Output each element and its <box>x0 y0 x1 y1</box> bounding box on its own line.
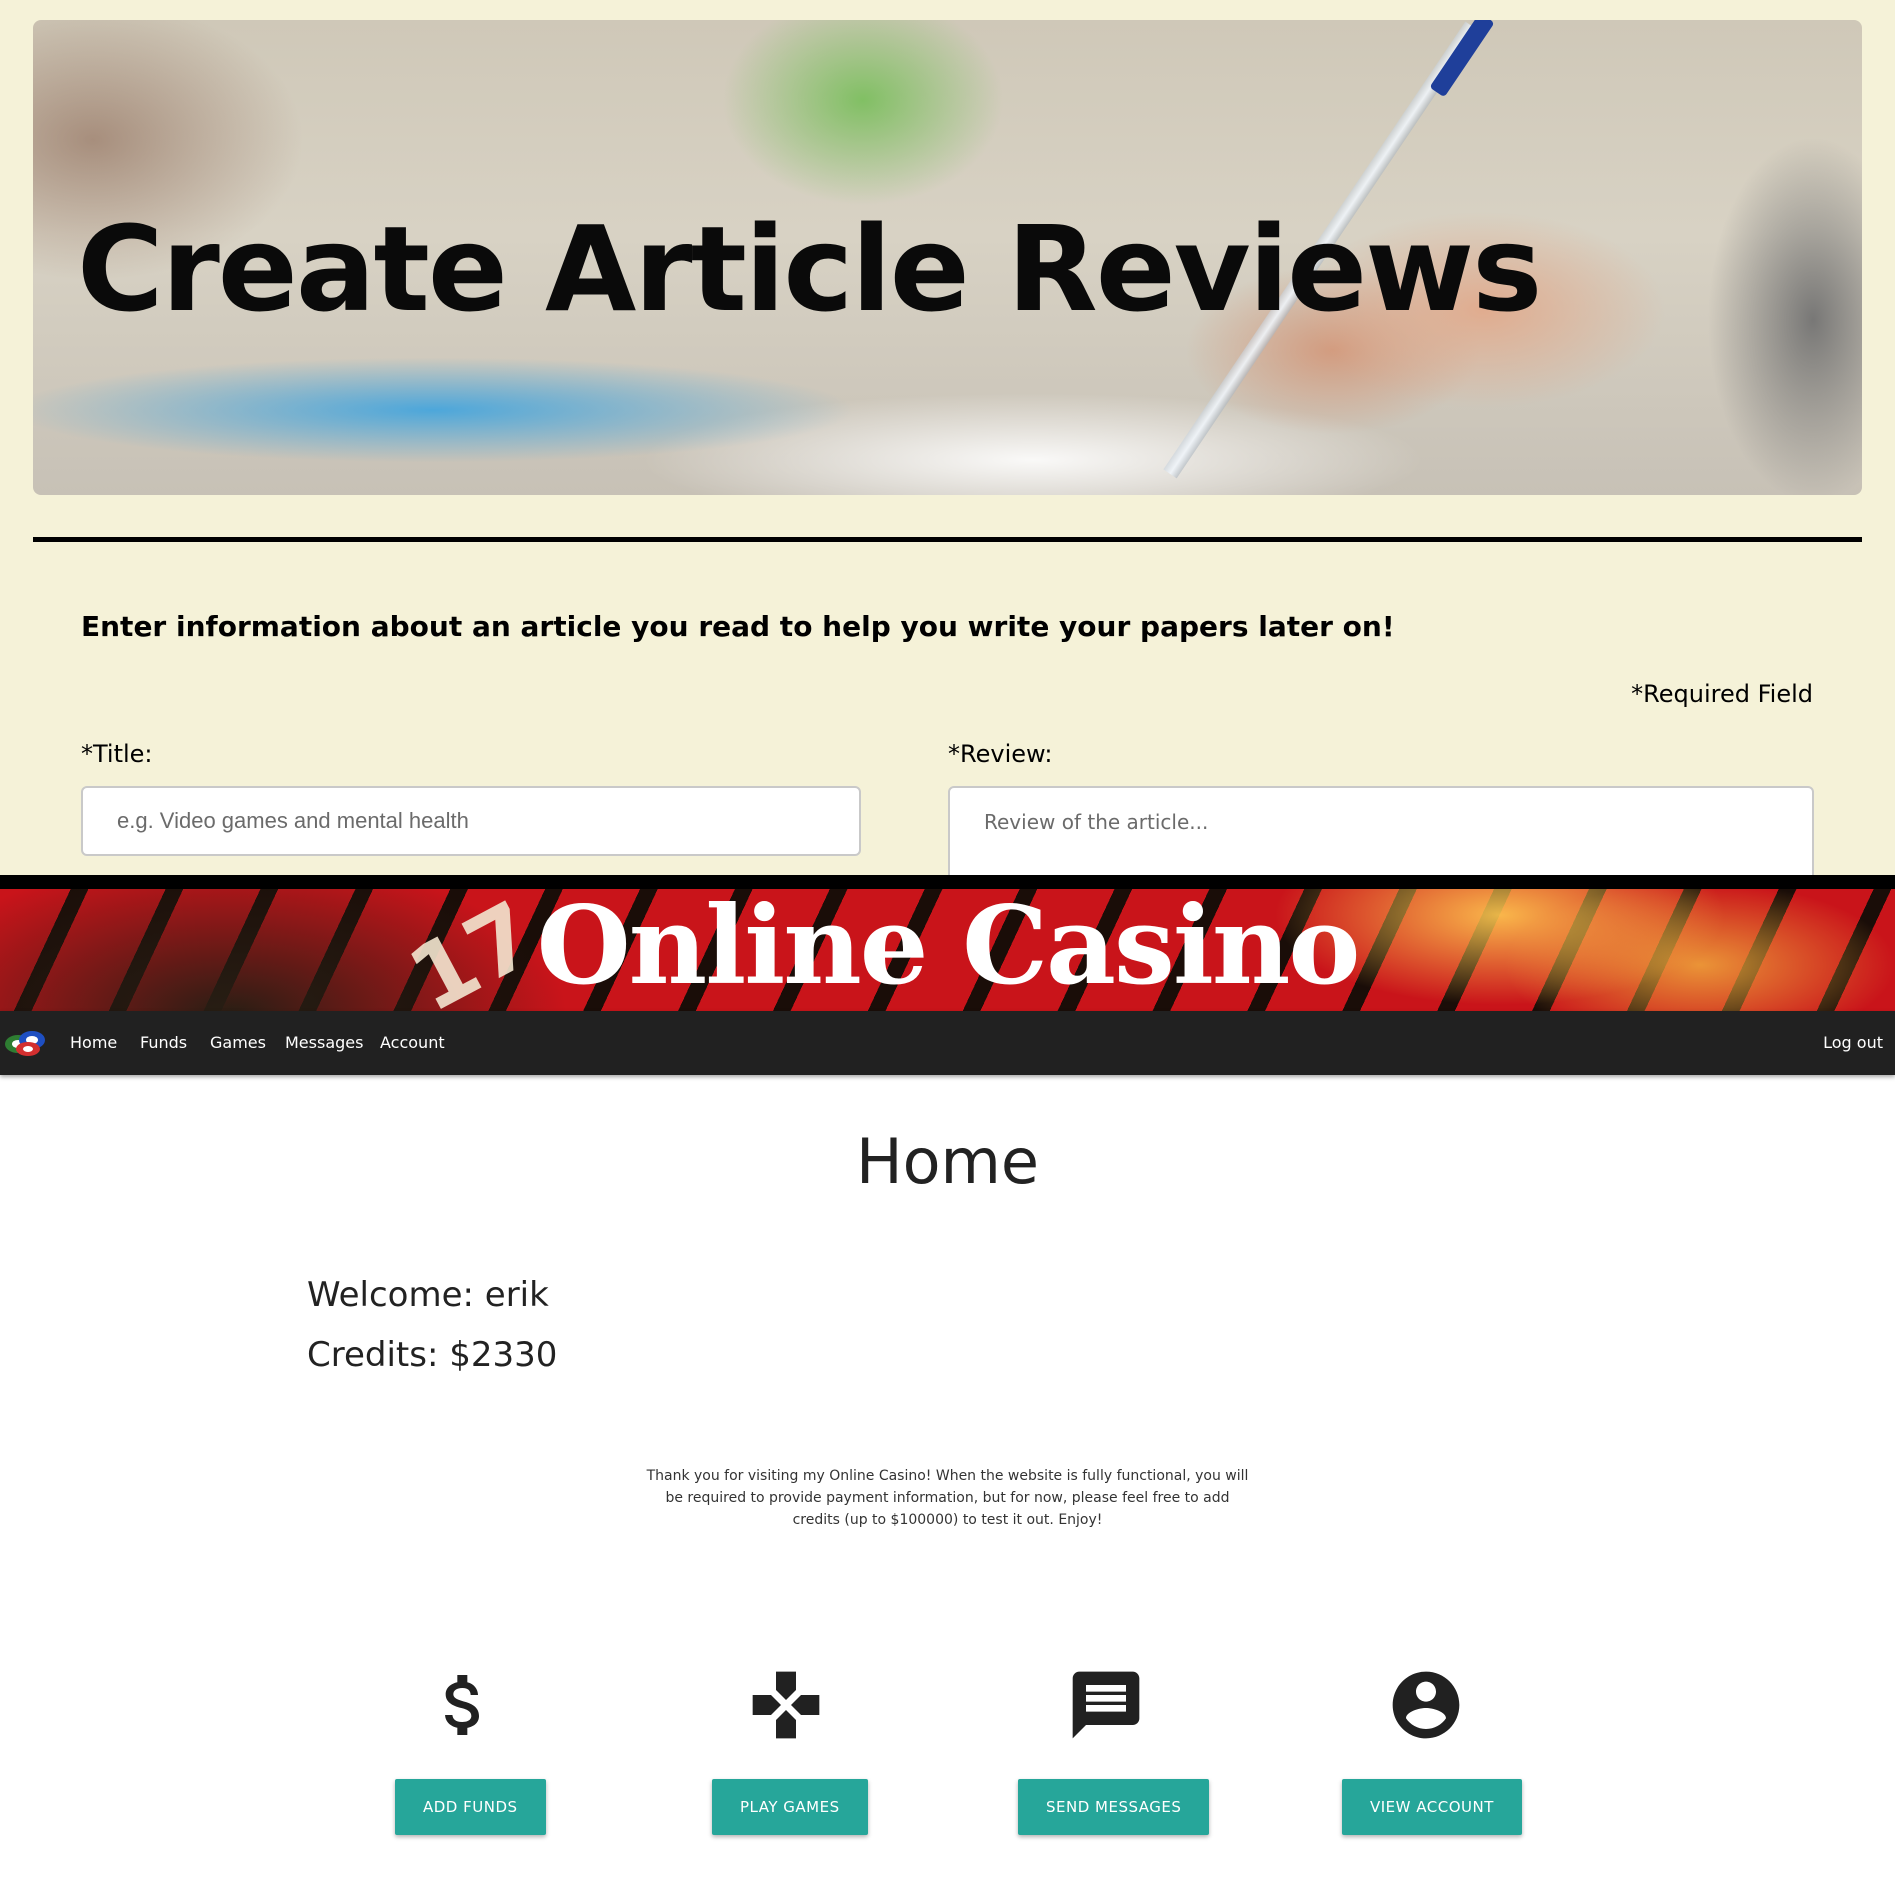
required-field-note: *Required Field <box>1631 680 1813 708</box>
nav-funds-link[interactable]: Funds <box>140 1011 187 1075</box>
welcome-text: Welcome: erik <box>307 1275 549 1315</box>
casino-banner-title: Online Casino <box>536 883 1361 1009</box>
dollar-icon <box>445 1675 479 1735</box>
title-input[interactable] <box>81 786 861 856</box>
message-icon <box>1072 1671 1140 1739</box>
thank-you-message: Thank you for visiting my Online Casino!… <box>646 1468 1249 1528</box>
casino-banner: 17 Online Casino <box>0 875 1895 1011</box>
play-games-button[interactable]: PLAY GAMES <box>712 1779 868 1835</box>
intro-text: Enter information about an article you r… <box>81 610 1395 643</box>
add-funds-button[interactable]: ADD FUNDS <box>395 1779 546 1835</box>
online-casino-page: 17 Online Casino Home Funds Games Messag… <box>0 875 1895 1895</box>
hero-banner: Create Article Reviews <box>33 20 1862 495</box>
send-messages-button[interactable]: SEND MESSAGES <box>1018 1779 1210 1835</box>
title-label: *Title: <box>81 740 153 768</box>
nav-games-link[interactable]: Games <box>210 1011 266 1075</box>
poker-chips-logo-icon[interactable] <box>4 1027 48 1057</box>
nav-home-link[interactable]: Home <box>70 1011 117 1075</box>
gamepad-icon <box>752 1671 820 1739</box>
nav-logout-link[interactable]: Log out <box>1823 1011 1883 1075</box>
page-title: Home <box>855 1125 1040 1198</box>
nav-account-link[interactable]: Account <box>380 1011 445 1075</box>
view-account-button[interactable]: VIEW ACCOUNT <box>1342 1779 1522 1835</box>
nav-messages-link[interactable]: Messages <box>285 1011 363 1075</box>
account-circle-icon <box>1392 1671 1460 1739</box>
review-label: *Review: <box>948 740 1053 768</box>
hero-title: Create Article Reviews <box>77 200 1542 338</box>
navbar: Home Funds Games Messages Account Log ou… <box>0 1011 1895 1075</box>
article-review-page: Create Article Reviews Enter information… <box>0 0 1895 875</box>
section-divider <box>33 537 1862 542</box>
review-textarea[interactable] <box>948 786 1814 875</box>
credits-text: Credits: $2330 <box>307 1335 558 1375</box>
